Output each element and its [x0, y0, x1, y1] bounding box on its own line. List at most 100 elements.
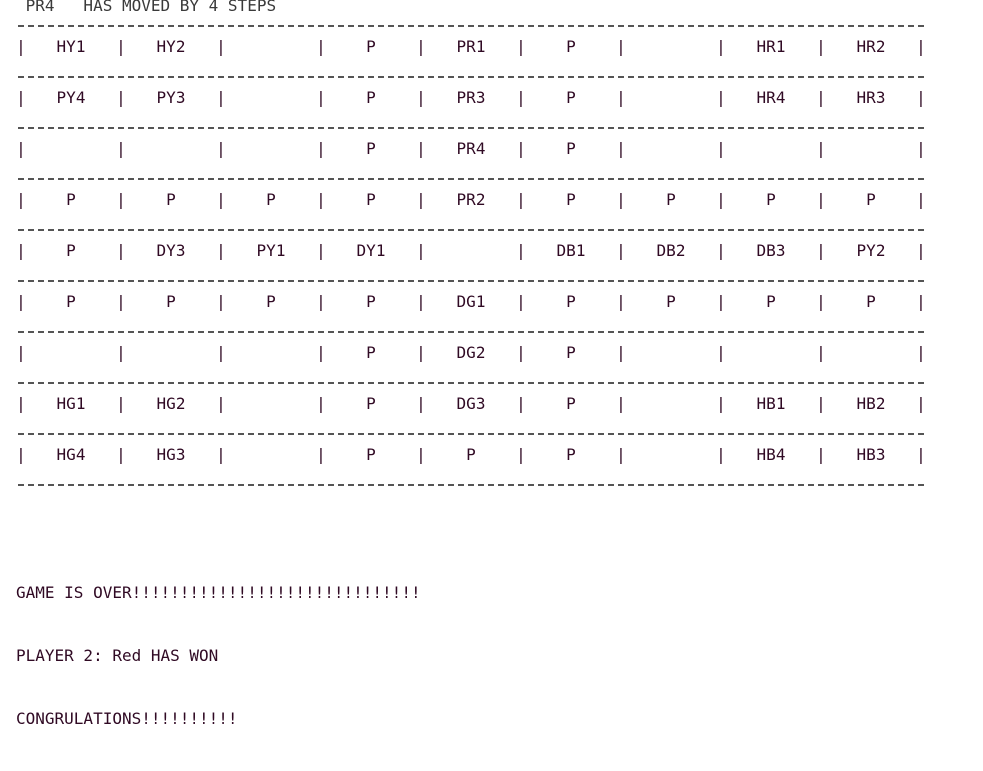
board-cell: P — [366, 394, 376, 413]
board-cell: DG2 — [456, 343, 486, 362]
board-row: | | | | | | | | | | HG4 HG3 P P P HB4 HB3 — [16, 435, 926, 475]
board-divider: | — [416, 292, 426, 311]
board-divider: | — [716, 37, 726, 56]
board-divider: | — [816, 139, 826, 158]
board-divider: | — [516, 37, 526, 56]
board-cell: HY1 — [56, 37, 86, 56]
board-divider: | — [416, 139, 426, 158]
board-divider: | — [116, 139, 126, 158]
board-divider: | — [316, 139, 326, 158]
board-divider: | — [16, 292, 26, 311]
board-cell: P — [566, 190, 576, 209]
board-divider: | — [516, 343, 526, 362]
board-divider: | — [416, 445, 426, 464]
board-row: | | | | | | | | | | P P P P PR2 P P P P — [16, 180, 926, 220]
board-divider: | — [416, 343, 426, 362]
board-cell: HG1 — [56, 394, 86, 413]
board-divider: | — [216, 343, 226, 362]
board-cell: P — [566, 139, 576, 158]
board-cell: PY1 — [256, 241, 286, 260]
board-divider: | — [316, 292, 326, 311]
board-cell: P — [66, 190, 76, 209]
board-divider: | — [316, 394, 326, 413]
board-divider: | — [416, 241, 426, 260]
board-cell: P — [366, 37, 376, 56]
board-divider: | — [716, 394, 726, 413]
board-divider: | — [416, 190, 426, 209]
board-divider: | — [16, 343, 26, 362]
board-divider: | — [116, 88, 126, 107]
board-divider: | — [16, 139, 26, 158]
board-divider: | — [116, 445, 126, 464]
board-divider: | — [116, 394, 126, 413]
board-divider: | — [916, 37, 926, 56]
game-messages: GAME IS OVER!!!!!!!!!!!!!!!!!!!!!!!!!!!!… — [16, 540, 421, 771]
board-divider: | — [16, 445, 26, 464]
congratulations-message: CONGRULATIONS!!!!!!!!!! — [16, 709, 238, 728]
board-divider: | — [716, 445, 726, 464]
board-divider: | — [916, 139, 926, 158]
board-cell: P — [866, 292, 876, 311]
board-cell: P — [366, 88, 376, 107]
board-divider: | — [516, 241, 526, 260]
board-cell: HB4 — [756, 445, 786, 464]
board-divider: | — [516, 445, 526, 464]
board-cell: P — [66, 241, 76, 260]
board-cell: P — [566, 343, 576, 362]
board-row: | | | | | | | | | | P P P P DG1 P P P P — [16, 282, 926, 322]
board-divider: | — [816, 88, 826, 107]
board-cell: P — [566, 37, 576, 56]
board-divider: | — [216, 292, 226, 311]
board-divider: | — [216, 445, 226, 464]
board-row: | | | | | | | | | | HY1 HY2 P PR1 P HR1 HR2 — [16, 27, 926, 67]
board-divider: | — [616, 37, 626, 56]
board-divider: | — [916, 394, 926, 413]
board-divider: | — [316, 241, 326, 260]
board-cell: HB3 — [856, 445, 886, 464]
terminal-window: PR4 HAS MOVED BY 4 STEPS | | | | | | | | | | HY1 HY… — [0, 0, 983, 728]
board-divider: | — [116, 241, 126, 260]
board-cell: HG4 — [56, 445, 86, 464]
board-cell: PY3 — [156, 88, 186, 107]
board-divider: | — [816, 190, 826, 209]
board-cell: P — [366, 139, 376, 158]
board-divider: | — [16, 394, 26, 413]
board-divider: | — [816, 292, 826, 311]
board-divider: | — [516, 394, 526, 413]
board-divider: | — [516, 88, 526, 107]
board-cell: PR1 — [456, 37, 486, 56]
board-cell: HB1 — [756, 394, 786, 413]
board-divider: | — [816, 241, 826, 260]
board-divider: | — [716, 292, 726, 311]
board-divider: | — [616, 292, 626, 311]
board-divider: | — [116, 292, 126, 311]
board-divider: | — [616, 190, 626, 209]
board-cell: P — [566, 292, 576, 311]
board-row: | | | | | | | | | | P DG2 P — [16, 333, 926, 373]
board-row: | | | | | | | | | | PY4 PY3 P PR3 P HR4 HR3 — [16, 78, 926, 118]
board-divider: | — [616, 445, 626, 464]
board-divider: | — [316, 88, 326, 107]
board-cell: DG1 — [456, 292, 486, 311]
board-cell: HR4 — [756, 88, 786, 107]
board-cell: P — [366, 343, 376, 362]
board-cell: P — [166, 292, 176, 311]
board-cell: P — [766, 292, 776, 311]
board-cell: HR2 — [856, 37, 886, 56]
winner-message: PLAYER 2: Red HAS WON — [16, 646, 219, 665]
board-row: | | | | | | | | | | P DY3 PY1 DY1 DB1 DB2 DB3 PY2 — [16, 231, 926, 271]
board-cell: P — [466, 445, 476, 464]
board-divider: | — [216, 241, 226, 260]
board-divider: | — [316, 37, 326, 56]
game-over-message: GAME IS OVER!!!!!!!!!!!!!!!!!!!!!!!!!!!!… — [16, 583, 421, 602]
board-divider: | — [916, 292, 926, 311]
board-divider: | — [916, 445, 926, 464]
board-divider: | — [216, 139, 226, 158]
board-divider: | — [616, 343, 626, 362]
board-cell: P — [66, 292, 76, 311]
board-divider: | — [516, 139, 526, 158]
game-board: | | | | | | | | | | HY1 HY2 P PR1 P HR1 HR2 | | | | | | | | | | PY4… — [16, 16, 926, 486]
board-cell: PR2 — [456, 190, 486, 209]
board-divider: | — [716, 139, 726, 158]
board-divider: | — [16, 241, 26, 260]
